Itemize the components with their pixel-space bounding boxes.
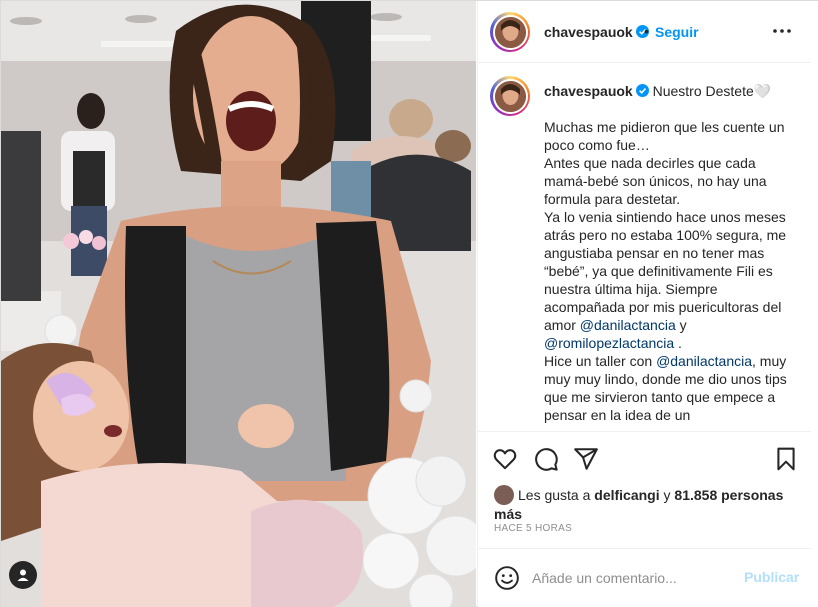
bookmark-icon[interactable] — [773, 446, 799, 472]
caption-text: Muchas me pidieron que les cuente un poc… — [544, 118, 794, 424]
comment-bar: Publicar — [478, 548, 812, 607]
liker-username[interactable]: delficangi — [594, 487, 659, 503]
follow-button[interactable]: Seguir — [655, 24, 699, 40]
post-timestamp[interactable]: HACE 5 HORAS — [494, 523, 572, 534]
post-header: chavespauok • Seguir — [478, 1, 812, 63]
verified-badge-icon — [635, 84, 649, 97]
action-bar — [478, 431, 812, 483]
mention-link[interactable]: @danilactancia — [580, 317, 676, 333]
caption-paragraph: Antes que nada decirles que cada mamá-be… — [544, 155, 767, 207]
publish-button[interactable]: Publicar — [744, 569, 799, 585]
caption-title: Nuestro Destete🤍 — [652, 83, 772, 99]
comment-icon[interactable] — [533, 446, 559, 472]
avatar[interactable] — [490, 12, 530, 52]
post-side-panel: chavespauok • Seguir chavespauok Nuestro… — [477, 1, 812, 607]
caption-username[interactable]: chavespauok — [544, 83, 633, 99]
more-options-icon[interactable] — [770, 21, 794, 41]
liker-avatar[interactable] — [494, 485, 514, 505]
caption-avatar[interactable] — [490, 76, 530, 116]
caption-paragraph: Ya lo venia sintiendo hace unos meses at… — [544, 209, 787, 351]
likes-summary: Les gusta a delficangi y 81.858 personas… — [494, 485, 784, 522]
separator-dot: • — [644, 23, 649, 39]
username-link[interactable]: chavespauok — [544, 24, 649, 40]
share-icon[interactable] — [573, 446, 599, 472]
mention-link[interactable]: @romilopezlactancia — [544, 335, 674, 351]
caption-paragraph: Muchas me pidieron que les cuente un poc… — [544, 119, 785, 153]
caption-header: chavespauok Nuestro Destete🤍 — [544, 82, 802, 100]
post-photo[interactable] — [1, 1, 476, 607]
comment-input[interactable] — [532, 567, 732, 589]
photo-illustration — [1, 1, 476, 607]
caption-section: chavespauok Nuestro Destete🤍 Muchas me p… — [478, 64, 812, 430]
scroll-gutter — [811, 1, 818, 607]
caption-paragraph: Hice un taller con @danilactancia, muy m… — [544, 353, 787, 423]
heart-icon[interactable] — [492, 446, 518, 472]
post-modal: chavespauok • Seguir chavespauok Nuestro… — [0, 0, 818, 607]
emoji-icon[interactable] — [494, 565, 520, 591]
user-tag-icon[interactable] — [9, 561, 37, 589]
mention-link[interactable]: @danilactancia — [656, 353, 752, 369]
